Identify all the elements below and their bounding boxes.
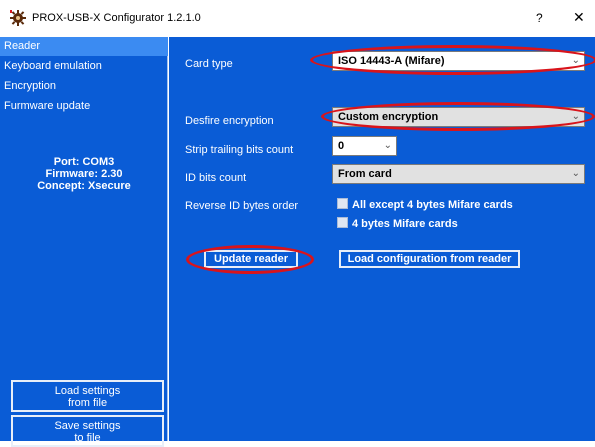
checkbox-label: 4 bytes Mifare cards: [352, 218, 458, 230]
save-settings-button[interactable]: Save settings to file: [11, 415, 164, 447]
update-reader-button[interactable]: Update reader: [204, 250, 298, 268]
checkbox-box[interactable]: [337, 217, 348, 228]
card-type-select[interactable]: ISO 14443-A (Mifare) ⌄: [332, 51, 585, 71]
card-type-value: ISO 14443-A (Mifare): [338, 55, 445, 67]
reader-settings-panel: Card type ISO 14443-A (Mifare) ⌄ Desfire…: [169, 37, 595, 441]
checkbox-all-except-4-bytes[interactable]: All except 4 bytes Mifare cards: [337, 198, 513, 211]
id-bits-value: From card: [338, 168, 392, 180]
strip-trailing-label: Strip trailing bits count: [185, 144, 294, 156]
chevron-down-icon: ⌄: [571, 168, 580, 179]
card-type-label: Card type: [185, 58, 233, 70]
save-settings-line2: to file: [74, 432, 101, 444]
help-button[interactable]: ?: [536, 11, 543, 25]
load-settings-line2: from file: [67, 397, 108, 409]
save-settings-line1: Save settings: [54, 420, 121, 432]
id-bits-select[interactable]: From card ⌄: [332, 164, 585, 184]
chevron-down-icon: ⌄: [383, 140, 392, 151]
sidebar: Reader Keyboard emulation Encryption Fur…: [0, 37, 168, 447]
checkbox-box[interactable]: [337, 198, 348, 209]
port-info: Port: COM3: [53, 156, 115, 168]
load-configuration-button[interactable]: Load configuration from reader: [339, 250, 520, 268]
id-bits-label: ID bits count: [185, 172, 247, 184]
desfire-encryption-label: Desfire encryption: [185, 115, 274, 127]
reverse-id-label: Reverse ID bytes order: [185, 200, 299, 212]
load-settings-button[interactable]: Load settings from file: [11, 380, 164, 412]
sidebar-item-firmware-update[interactable]: Furmware update: [0, 97, 168, 116]
load-settings-line1: Load settings: [54, 385, 121, 397]
concept-info: Concept: Xsecure: [37, 180, 131, 192]
desfire-encryption-value: Custom encryption: [338, 111, 439, 123]
close-button[interactable]: ✕: [573, 9, 585, 26]
sidebar-item-reader[interactable]: Reader: [0, 37, 168, 56]
strip-trailing-value: 0: [338, 140, 345, 152]
sidebar-item-keyboard-emulation[interactable]: Keyboard emulation: [0, 57, 168, 76]
chevron-down-icon: ⌄: [571, 55, 580, 66]
app-gear-icon: [10, 10, 26, 26]
title-bar: PROX-USB-X Configurator 1.2.1.0 ? ✕: [0, 0, 595, 37]
checkbox-label: All except 4 bytes Mifare cards: [352, 199, 513, 211]
desfire-encryption-select[interactable]: Custom encryption ⌄: [332, 107, 585, 127]
window-title: PROX-USB-X Configurator 1.2.1.0: [32, 12, 201, 24]
sidebar-item-encryption[interactable]: Encryption: [0, 77, 168, 96]
firmware-info: Firmware: 2.30: [45, 168, 123, 180]
chevron-down-icon: ⌄: [571, 111, 580, 122]
checkbox-4-bytes-mifare[interactable]: 4 bytes Mifare cards: [337, 217, 458, 230]
strip-trailing-select[interactable]: 0 ⌄: [332, 136, 397, 156]
